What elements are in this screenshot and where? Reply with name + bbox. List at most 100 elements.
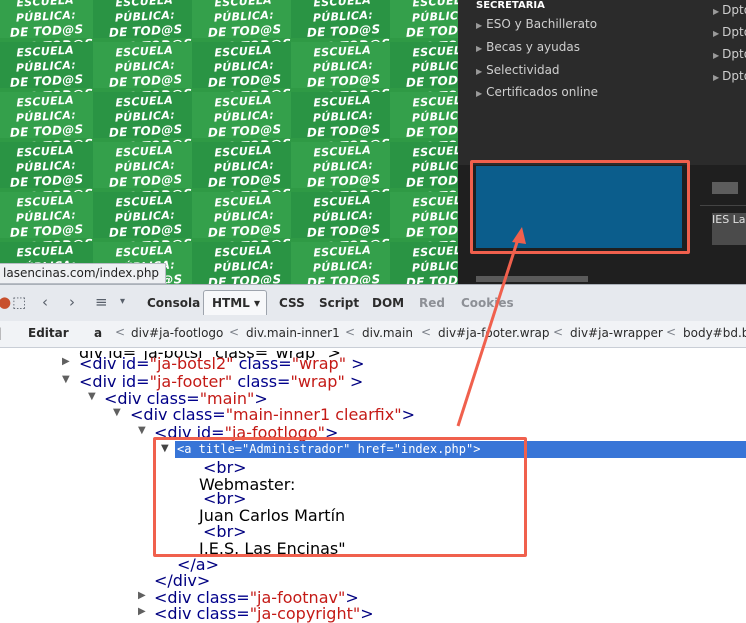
banner-slogan: ESCUELA PÚBLICA:DE TOD@SPARA TOD@S bbox=[94, 41, 196, 106]
banner-slogan-line: ESCUELA PÚBLICA: bbox=[411, 143, 458, 175]
expand-icon[interactable]: ▶ bbox=[62, 356, 70, 367]
menu-arrow-icon: ▶ bbox=[713, 51, 720, 60]
banner-slogan: ESCUELA PÚBLICA:DE TOD@SPARA TOD@S bbox=[292, 41, 394, 106]
breadcrumb-separator: < bbox=[345, 325, 356, 339]
menu-item-certificados[interactable]: ▶ Certificados online bbox=[476, 85, 598, 99]
banner-slogan: ESCUELA PÚBLICA:DE TOD@SPARA TOD@S bbox=[391, 41, 458, 106]
menu-lines-icon[interactable]: ≡ bbox=[95, 293, 108, 311]
footer-text-block: IES La bbox=[712, 213, 746, 245]
highlight-box-top bbox=[470, 160, 690, 254]
menu-item-selectividad[interactable]: ▶ Selectividad bbox=[476, 63, 560, 77]
dpto-link[interactable]: ▶Dpto bbox=[713, 3, 746, 17]
tab-html[interactable]: HTML ▾ bbox=[212, 296, 260, 310]
banner-slogan-line: ESCUELA PÚBLICA: bbox=[411, 43, 458, 75]
menu-arrow-icon: ▶ bbox=[713, 29, 720, 38]
divider bbox=[700, 205, 746, 206]
banner-slogan: ESCUELA PÚBLICA:DE TOD@SPARA TOD@S bbox=[292, 191, 394, 256]
banner-slogan-line: ESCUELA PÚBLICA: bbox=[411, 243, 458, 275]
banner-slogan: ESCUELA PÚBLICA:DE TOD@SPARA TOD@S bbox=[391, 0, 458, 55]
banner-slogan: ESCUELA PÚBLICA:DE TOD@SPARA TOD@S bbox=[391, 241, 458, 284]
tab-cookies[interactable]: Cookies bbox=[461, 296, 514, 310]
tree-row[interactable]: <div class="main-inner1 clearfix"> bbox=[130, 405, 415, 424]
collapse-icon[interactable]: ▼ bbox=[138, 425, 146, 436]
menu-item-becas[interactable]: ▶ Becas y ayudas bbox=[476, 40, 580, 54]
dpto-link[interactable]: ▶Dpto bbox=[713, 69, 746, 83]
menu-arrow-icon: ▶ bbox=[713, 73, 720, 82]
banner-slogan: ESCUELA PÚBLICA:DE TOD@SPARA TOD@S bbox=[391, 191, 458, 256]
secretaria-heading: SECRETARIA bbox=[476, 0, 545, 11]
menu-arrow-icon: ▶ bbox=[476, 44, 483, 53]
breadcrumb-separator: < bbox=[421, 325, 432, 339]
banner-slogan: ESCUELA PÚBLICA:DE TOD@SPARA TOD@S bbox=[193, 41, 295, 106]
chevron-down-icon[interactable]: ▾ bbox=[120, 296, 125, 307]
tab-dom[interactable]: DOM bbox=[372, 296, 404, 310]
breadcrumb-item[interactable]: a bbox=[94, 326, 102, 340]
menu-arrow-icon: ▶ bbox=[476, 89, 483, 98]
banner-slogan-line: ESCUELA PÚBLICA: bbox=[411, 193, 458, 225]
banner-slogan: ESCUELA PÚBLICA:DE TOD@SPARA TOD@S bbox=[292, 241, 394, 284]
banner-image: ESCUELA PÚBLICA:DE TOD@SPARA TOD@SESCUEL… bbox=[0, 0, 458, 284]
status-url: lasencinas.com/index.php bbox=[0, 263, 167, 284]
breadcrumb-item[interactable]: div.main-inner1 bbox=[246, 326, 340, 340]
tree-row[interactable]: <div class="ja-copyright"> bbox=[154, 604, 374, 623]
banner-slogan: ESCUELA PÚBLICA:DE TOD@SPARA TOD@S bbox=[0, 41, 97, 106]
banner-slogan-line: ESCUELA PÚBLICA: bbox=[411, 0, 458, 25]
back-icon[interactable]: ‹ bbox=[42, 293, 48, 311]
banner-slogan: ESCUELA PÚBLICA:DE TOD@SPARA TOD@S bbox=[193, 191, 295, 256]
website-preview: ESCUELA PÚBLICA:DE TOD@SPARA TOD@SESCUEL… bbox=[0, 0, 746, 284]
tab-css[interactable]: CSS bbox=[279, 296, 305, 310]
banner-slogan: ESCUELA PÚBLICA:DE TOD@SPARA TOD@S bbox=[292, 91, 394, 156]
banner-slogan: ESCUELA PÚBLICA:DE TOD@SPARA TOD@S bbox=[94, 141, 196, 206]
inspect-icon[interactable]: ⬚ bbox=[12, 293, 26, 311]
breadcrumb-separator: < bbox=[115, 325, 126, 339]
banner-slogan: ESCUELA PÚBLICA:DE TOD@SPARA TOD@S bbox=[94, 191, 196, 256]
breadcrumb-item[interactable]: body#bd.bd bbox=[683, 326, 746, 340]
forward-icon[interactable]: › bbox=[69, 293, 75, 311]
chevron-down-icon: ▾ bbox=[254, 296, 261, 310]
collapse-icon[interactable]: ▼ bbox=[62, 374, 70, 385]
menu-arrow-icon: ▶ bbox=[476, 67, 483, 76]
breadcrumb-separator: < bbox=[666, 325, 677, 339]
highlight-box-bottom bbox=[153, 437, 527, 557]
banner-slogan: ESCUELA PÚBLICA:DE TOD@SPARA TOD@S bbox=[94, 0, 196, 55]
dpto-link[interactable]: ▶Dpto bbox=[713, 47, 746, 61]
banner-slogan: ESCUELA PÚBLICA:DE TOD@SPARA TOD@S bbox=[0, 0, 97, 55]
collapse-icon[interactable]: ▼ bbox=[113, 407, 121, 418]
breadcrumb-item[interactable]: div.main bbox=[362, 326, 413, 340]
menu-arrow-icon: ▶ bbox=[476, 21, 483, 30]
breadcrumb-item[interactable]: div#ja-footlogo bbox=[131, 326, 223, 340]
banner-slogan: ESCUELA PÚBLICA:DE TOD@SPARA TOD@S bbox=[193, 241, 295, 284]
tab-script[interactable]: Script bbox=[319, 296, 359, 310]
edit-separator: | bbox=[0, 326, 3, 340]
expand-icon[interactable]: ▶ bbox=[138, 590, 146, 601]
banner-slogan-line: ESCUELA PÚBLICA: bbox=[411, 93, 458, 125]
footer-block bbox=[712, 182, 738, 194]
expand-icon[interactable]: ▶ bbox=[138, 606, 146, 617]
banner-slogan: ESCUELA PÚBLICA:DE TOD@SPARA TOD@S bbox=[193, 91, 295, 156]
collapse-icon[interactable]: ▼ bbox=[88, 391, 96, 402]
banner-slogan: ESCUELA PÚBLICA:DE TOD@SPARA TOD@S bbox=[391, 91, 458, 156]
breadcrumb-separator: < bbox=[229, 325, 240, 339]
breadcrumb-item[interactable]: div#ja-wrapper bbox=[570, 326, 663, 340]
banner-slogan: ESCUELA PÚBLICA:DE TOD@SPARA TOD@S bbox=[193, 0, 295, 55]
edit-button[interactable]: Editar bbox=[28, 326, 69, 340]
tab-red[interactable]: Red bbox=[419, 296, 445, 310]
menu-item-eso[interactable]: ▶ ESO y Bachillerato bbox=[476, 17, 597, 31]
banner-slogan: ESCUELA PÚBLICA:DE TOD@SPARA TOD@S bbox=[292, 0, 394, 55]
firebug-icon[interactable]: ● bbox=[0, 293, 11, 311]
breadcrumb-item[interactable]: div#ja-footer.wrap bbox=[438, 326, 550, 340]
banner-slogan: ESCUELA PÚBLICA:DE TOD@SPARA TOD@S bbox=[94, 91, 196, 156]
banner-slogan: ESCUELA PÚBLICA:DE TOD@SPARA TOD@S bbox=[0, 141, 97, 206]
banner-slogan: ESCUELA PÚBLICA:DE TOD@SPARA TOD@S bbox=[0, 91, 97, 156]
banner-slogan: ESCUELA PÚBLICA:DE TOD@SPARA TOD@S bbox=[391, 141, 458, 206]
menu-arrow-icon: ▶ bbox=[713, 7, 720, 16]
breadcrumb-separator: < bbox=[553, 325, 564, 339]
breadcrumb: | Editar a < div#ja-footlogo < div.main-… bbox=[0, 321, 746, 348]
tab-consola[interactable]: Consola bbox=[147, 296, 200, 310]
dpto-link[interactable]: ▶Dpto bbox=[713, 25, 746, 39]
firebug-toolbar: ● ⬚ ‹ › ≡ ▾ Consola HTML ▾ CSS Script DO… bbox=[0, 284, 746, 322]
banner-slogan: ESCUELA PÚBLICA:DE TOD@SPARA TOD@S bbox=[292, 141, 394, 206]
banner-slogan: ESCUELA PÚBLICA:DE TOD@SPARA TOD@S bbox=[193, 141, 295, 206]
tree-row[interactable]: <div id="ja-botsl2" class="wrap" > bbox=[79, 354, 365, 373]
banner-slogan: ESCUELA PÚBLICA:DE TOD@SPARA TOD@S bbox=[0, 191, 97, 256]
